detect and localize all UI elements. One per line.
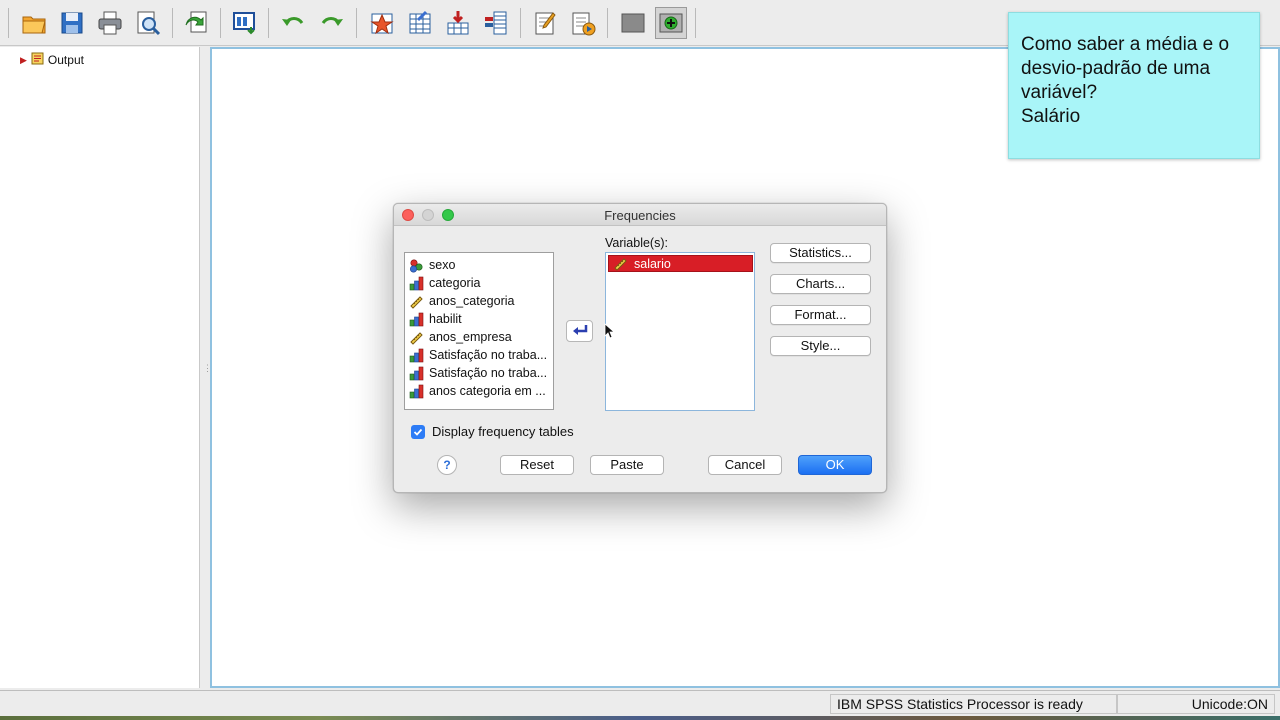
toolbar-separator [607,8,608,38]
output-outline-pane: ▶ Output [0,47,200,688]
outline-root-label: Output [47,53,84,67]
format-button[interactable]: Format... [770,305,871,325]
statistics-button[interactable]: Statistics... [770,243,871,263]
unicode-status: Unicode:ON [1117,694,1275,714]
toolbar-separator [356,8,357,38]
save-icon[interactable] [56,7,88,39]
dialog-titlebar[interactable]: Frequencies [394,204,886,226]
export-icon[interactable] [181,7,213,39]
display-frequency-tables-checkbox[interactable] [411,424,425,439]
help-button[interactable]: ? [437,455,457,475]
source-variable-label: anos_empresa [429,330,512,344]
frequencies-dialog: Frequencies sexo categoria anos_categoriah… [393,203,887,493]
redo-icon[interactable] [316,7,348,39]
recall-dialog-icon[interactable] [229,7,261,39]
output-book-icon [31,52,44,68]
open-folder-icon[interactable] [18,7,50,39]
ordinal-icon [409,384,424,399]
undo-icon[interactable] [277,7,309,39]
insert-output-icon[interactable] [442,7,474,39]
toolbar-separator [8,8,9,38]
source-variable-item[interactable]: sexo [409,256,455,274]
mouse-pointer-icon [604,323,614,339]
show-icon[interactable] [655,7,687,39]
source-variable-label: anos_categoria [429,294,515,308]
scale-icon [409,294,424,309]
goto-case-icon[interactable] [366,7,398,39]
print-icon[interactable] [94,7,126,39]
goto-variable-icon[interactable] [404,7,436,39]
processor-status: IBM SPSS Statistics Processor is ready [830,694,1117,714]
source-variable-label: habilit [429,312,462,326]
source-variable-item[interactable]: categoria [409,274,480,292]
charts-button[interactable]: Charts... [770,274,871,294]
status-bar: IBM SPSS Statistics Processor is ready U… [0,690,1280,716]
instruction-note: Como saber a média e o desvio-padrão de … [1008,12,1260,159]
source-variable-item[interactable]: Satisfação no traba... [409,364,547,382]
source-variable-item[interactable]: anos_empresa [409,328,512,346]
selected-variable-list[interactable]: salario [605,252,755,411]
source-variable-label: categoria [429,276,481,290]
ordinal-icon [409,312,424,327]
nominal-icon [409,258,424,273]
cancel-button[interactable]: Cancel [708,455,782,475]
reset-button[interactable]: Reset [500,455,574,475]
display-frequency-tables-label: Display frequency tables [432,424,574,439]
source-variable-item[interactable]: anos categoria em ... [409,382,546,400]
toolbar-separator [695,8,696,38]
desktop-background-strip [0,716,1280,720]
scale-icon [409,330,424,345]
hide-icon[interactable] [617,7,649,39]
ordinal-icon [409,276,424,291]
outline-expand-arrow-icon[interactable]: ▶ [20,55,27,66]
ordinal-icon [409,366,424,381]
source-variable-label: sexo [429,258,456,272]
variables-label: Variable(s): [605,236,668,250]
print-preview-icon[interactable] [132,7,164,39]
arrow-left-icon [572,325,587,335]
source-variable-item[interactable]: habilit [409,310,462,328]
move-variable-button[interactable] [566,320,593,342]
paste-button[interactable]: Paste [590,455,664,475]
pane-splitter[interactable]: ⋮ [200,47,212,688]
source-variable-label: Satisfação no traba... [429,348,548,362]
style-button[interactable]: Style... [770,336,871,356]
source-variable-label: anos categoria em ... [429,384,546,398]
designate-window-icon[interactable] [480,7,512,39]
splitter-grip-icon: ⋮ [203,363,212,373]
toolbar-separator [220,8,221,38]
source-variable-label: Satisfação no traba... [429,366,548,380]
source-variable-list[interactable]: sexo categoria anos_categoriahabilit anos_e… [404,252,554,410]
create-title-icon[interactable] [529,7,561,39]
dialog-title: Frequencies [604,208,676,223]
selected-variable-item[interactable]: salario [608,255,753,272]
ordinal-icon [409,348,424,363]
toolbar-separator [268,8,269,38]
source-variable-item[interactable]: anos_categoria [409,292,514,310]
outline-root-item[interactable]: ▶ Output [20,52,84,68]
display-frequency-tables-option[interactable]: Display frequency tables [411,424,574,439]
source-variable-item[interactable]: Satisfação no traba... [409,346,547,364]
ok-button[interactable]: OK [798,455,872,475]
selected-variable-label: salario [634,256,671,271]
toolbar-separator [520,8,521,38]
toolbar-separator [172,8,173,38]
checkmark-icon [413,428,423,436]
scale-icon [614,258,627,271]
create-text-icon[interactable] [567,7,599,39]
